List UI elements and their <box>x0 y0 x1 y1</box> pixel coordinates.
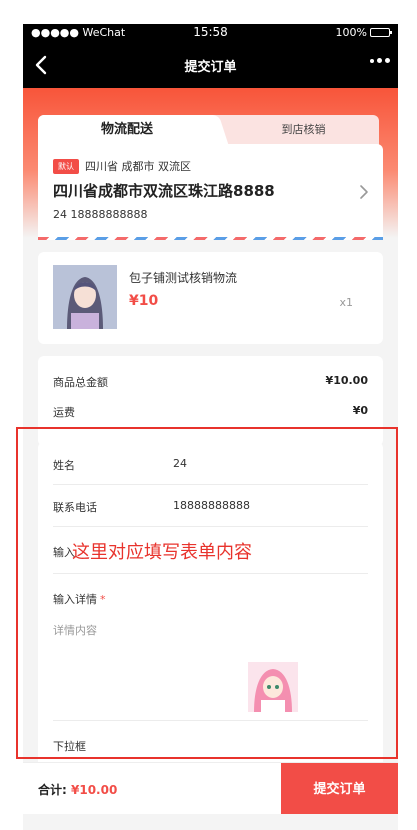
total-amount: ¥10.00 <box>71 783 118 797</box>
annotation-text: 这里对应填写表单内容 <box>72 542 252 563</box>
goods-total-label: 商品总金额 <box>53 376 108 389</box>
battery-indicator: 100% <box>335 26 392 39</box>
address-contact: 24 18888888888 <box>53 208 148 221</box>
address-street: 四川省成都市双流区珠江路8888 <box>53 182 275 200</box>
battery-percent: 100% <box>335 26 367 39</box>
bottom-bar: 合计: ¥10.00 提交订单 <box>23 762 398 815</box>
address-region: 四川省 成都市 双流区 <box>85 160 191 173</box>
page-title: 提交订单 <box>184 60 237 75</box>
shipping-label: 运费 <box>53 406 75 419</box>
submit-order-button[interactable]: 提交订单 <box>281 763 398 815</box>
more-dots-icon[interactable] <box>370 58 390 63</box>
product-name: 包子铺测试核销物流 <box>129 271 238 285</box>
chevron-right-icon <box>360 185 368 199</box>
airmail-border <box>38 237 383 240</box>
product-card: 包子铺测试核销物流 ¥10 x1 <box>38 252 383 344</box>
home-indicator-area <box>23 814 398 830</box>
goods-total-value: ¥10.00 <box>325 374 368 387</box>
order-total: 合计: ¥10.00 <box>38 781 117 798</box>
product-price: ¥10 <box>129 293 159 309</box>
total-label: 合计: <box>38 783 67 797</box>
nav-bar: 提交订单 <box>23 42 398 88</box>
default-badge: 默认 <box>53 158 79 174</box>
address-card[interactable]: 默认 四川省 成都市 双流区 四川省成都市双流区珠江路8888 24 18888… <box>38 144 383 240</box>
annotation-box <box>16 427 398 759</box>
product-quantity: x1 <box>339 296 353 309</box>
shipping-value: ¥0 <box>352 404 368 417</box>
delivery-tabs: 到店核销 物流配送 <box>38 115 379 147</box>
product-thumbnail <box>53 265 117 329</box>
tab-store-pickup[interactable]: 到店核销 <box>228 121 379 137</box>
status-bar: ●●●●● WeChat 15:58 100% <box>23 24 398 42</box>
battery-icon <box>370 28 392 37</box>
tab-logistics[interactable]: 物流配送 <box>38 115 216 147</box>
